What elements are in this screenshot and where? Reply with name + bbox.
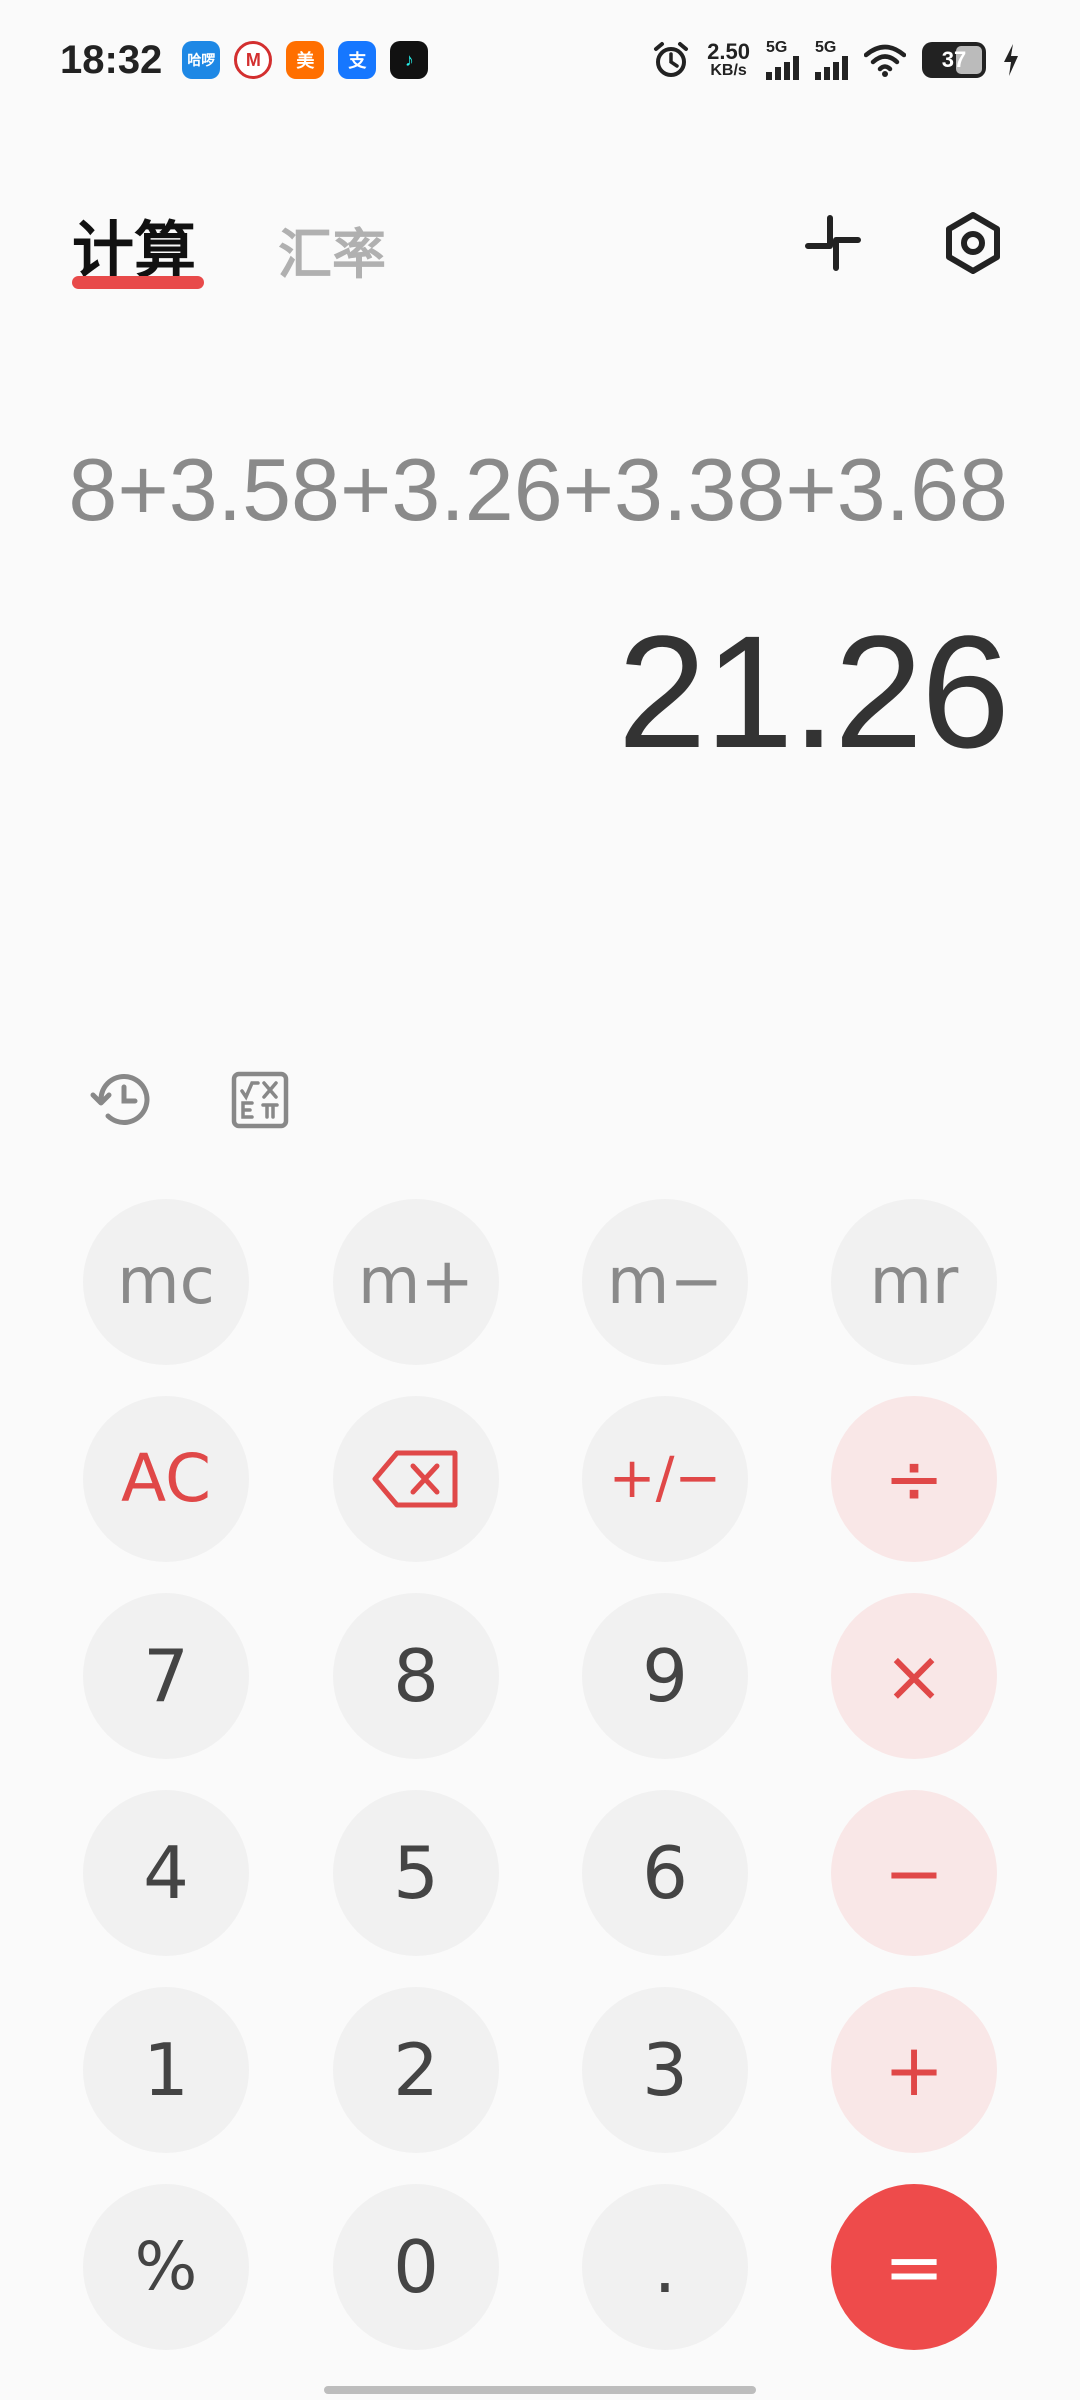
multiply-button[interactable]: × [831, 1593, 997, 1759]
multiply-label: × [883, 1634, 945, 1718]
network-speed-value: 2.50 [707, 39, 750, 64]
digit-2-label: 2 [393, 2028, 439, 2112]
signal-1-bars-icon [766, 56, 799, 80]
minus-button[interactable]: − [831, 1790, 997, 1956]
digit-0-label: 0 [393, 2225, 439, 2309]
digit-3-label: 3 [642, 2028, 688, 2112]
cmb-app-icon: M [234, 41, 273, 79]
m-minus-label: m− [607, 1245, 723, 1319]
m-plus-button[interactable]: m+ [333, 1199, 499, 1365]
signal-1-label: 5G [766, 39, 788, 56]
signal-2: 5G [815, 40, 848, 80]
battery-icon: 37 [922, 42, 986, 78]
history-button[interactable] [88, 1064, 160, 1136]
digit-6-label: 6 [642, 1831, 688, 1915]
digit-8-label: 8 [393, 1634, 439, 1718]
backspace-icon [372, 1450, 458, 1508]
tab-exchange-rate[interactable]: 汇率 [278, 210, 386, 289]
tab-active-indicator [72, 276, 204, 289]
home-indicator[interactable] [324, 2386, 756, 2394]
digit-3-button[interactable]: 3 [582, 1987, 748, 2153]
backspace-button[interactable] [333, 1396, 499, 1562]
minus-label: − [883, 1831, 945, 1915]
expression-area: 3.38+3.58+3.26+3.38+3.68 [72, 430, 1008, 550]
scientific-icon [231, 1071, 289, 1129]
ac-button[interactable]: AC [83, 1396, 249, 1562]
charging-icon [1004, 44, 1018, 76]
status-right: 2.50 KB/s 5G 5G 37 [651, 40, 1020, 80]
sign-toggle-button[interactable]: +/− [582, 1396, 748, 1562]
digit-8-button[interactable]: 8 [333, 1593, 499, 1759]
scientific-mode-button[interactable] [230, 1070, 290, 1130]
tiktok-app-icon: ♪ [390, 41, 429, 79]
divide-label: ÷ [883, 1437, 945, 1521]
mc-button[interactable]: mc [83, 1199, 249, 1365]
digit-9-button[interactable]: 9 [582, 1593, 748, 1759]
gear-icon [946, 212, 1000, 274]
meituan-app-icon: 美 [286, 41, 325, 79]
shrink-window-button[interactable] [796, 206, 870, 280]
plus-button[interactable]: + [831, 1987, 997, 2153]
m-minus-button[interactable]: m− [582, 1199, 748, 1365]
mr-button[interactable]: mr [831, 1199, 997, 1365]
digit-0-button[interactable]: 0 [333, 2184, 499, 2350]
digit-7-label: 7 [143, 1634, 189, 1718]
hello-app-icon: 哈啰 [182, 41, 221, 79]
result-text: 21.26 [617, 602, 1010, 781]
divide-button[interactable]: ÷ [831, 1396, 997, 1562]
digit-2-button[interactable]: 2 [333, 1987, 499, 2153]
history-icon [90, 1073, 150, 1125]
m-plus-label: m+ [358, 1245, 474, 1319]
signal-2-bars-icon [815, 56, 848, 80]
mc-label: mc [117, 1245, 215, 1319]
equals-button[interactable]: = [831, 2184, 997, 2350]
sign-toggle-label: +/− [608, 1446, 722, 1511]
digit-5-button[interactable]: 5 [333, 1790, 499, 1956]
ac-label: AC [120, 1440, 212, 1517]
network-speed-unit: KB/s [710, 62, 747, 79]
digit-1-label: 1 [143, 2028, 189, 2112]
digit-4-button[interactable]: 4 [83, 1790, 249, 1956]
digit-5-label: 5 [393, 1831, 439, 1915]
expression-text: 3.38+3.58+3.26+3.38+3.68 [72, 440, 1008, 539]
shrink-icon [805, 215, 861, 271]
percent-label: % [134, 2228, 198, 2305]
network-speed: 2.50 KB/s [707, 41, 750, 79]
equals-label: = [883, 2225, 945, 2309]
digit-6-button[interactable]: 6 [582, 1790, 748, 1956]
plus-label: + [883, 2028, 945, 2112]
decimal-point-label: . [653, 2225, 677, 2309]
signal-1: 5G [766, 40, 799, 80]
settings-button[interactable] [934, 204, 1012, 282]
digit-7-button[interactable]: 7 [83, 1593, 249, 1759]
digit-4-label: 4 [143, 1831, 189, 1915]
status-left: 18:32 哈啰 M 美 支 ♪ [60, 37, 429, 83]
mr-label: mr [869, 1245, 959, 1319]
battery-level: 37 [941, 47, 967, 72]
signal-2-label: 5G [815, 39, 837, 56]
status-time: 18:32 [60, 37, 163, 82]
percent-button[interactable]: % [83, 2184, 249, 2350]
alarm-icon [654, 42, 689, 77]
status-bar: 18:32 哈啰 M 美 支 ♪ 2.50 KB/s 5G 5G 37 [0, 0, 1080, 120]
digit-1-button[interactable]: 1 [83, 1987, 249, 2153]
decimal-point-button[interactable]: . [582, 2184, 748, 2350]
alipay-app-icon: 支 [338, 41, 377, 79]
digit-9-label: 9 [642, 1634, 688, 1718]
wifi-icon [864, 44, 906, 77]
